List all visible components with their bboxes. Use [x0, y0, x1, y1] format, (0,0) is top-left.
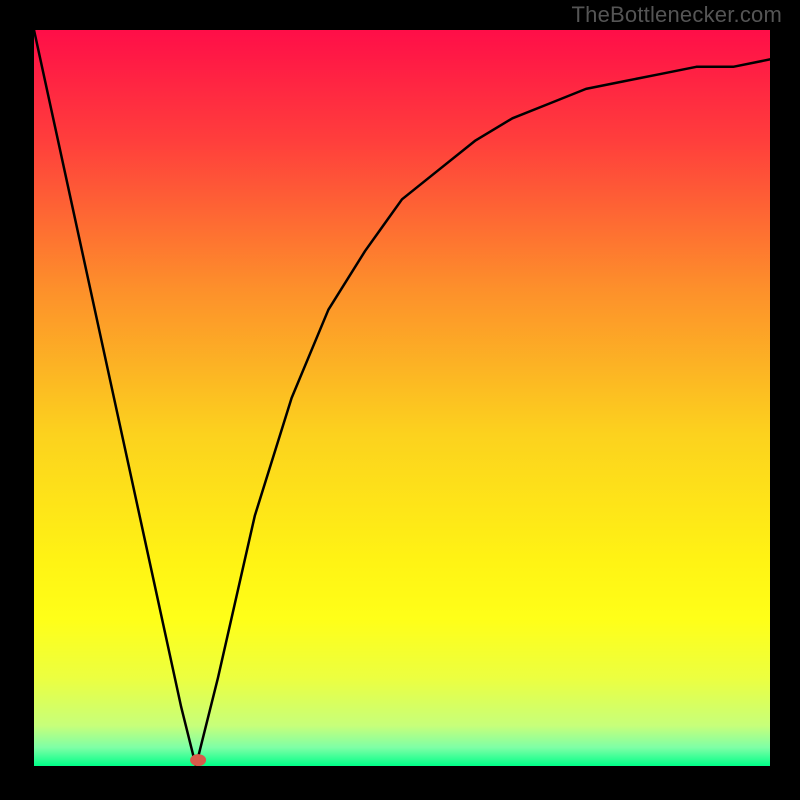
optimum-marker: [190, 754, 206, 766]
chart-frame: TheBottlenecker.com: [0, 0, 800, 800]
watermark-text: TheBottlenecker.com: [572, 2, 782, 28]
chart-svg: [34, 30, 770, 766]
plot-area: [34, 30, 770, 766]
gradient-background: [34, 30, 770, 766]
